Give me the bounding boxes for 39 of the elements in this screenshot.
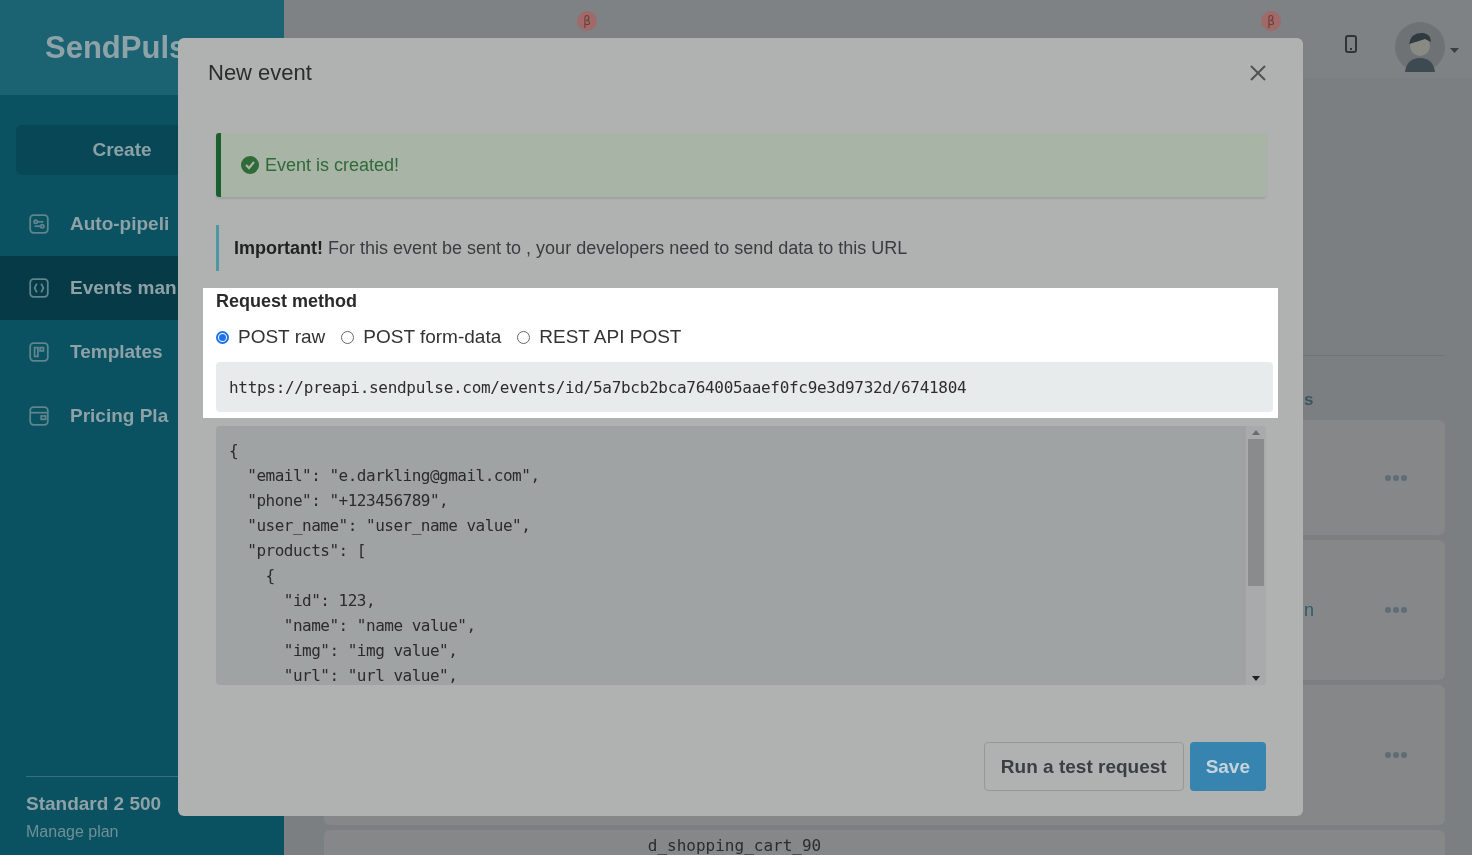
phone-icon[interactable] — [1344, 35, 1358, 53]
radio-button[interactable] — [216, 330, 229, 344]
avatar-icon[interactable] — [1395, 22, 1445, 72]
sidebar-item-label: Auto-pipeli — [70, 213, 170, 235]
code-editor[interactable]: { "email": "e.darkling@gmail.com", "phone": "+123456789", "user_name": "user_name value", "products": [ { "id": 123, "name": "name value", "img": "img value", "url": "url value", — [216, 426, 1266, 685]
section-heading: s — [1304, 390, 1315, 410]
code-line: "email": "e.darkling@gmail.com", — [246, 465, 541, 487]
test-request-button[interactable]: Run a test request — [983, 742, 1184, 791]
success-message: Event is created! — [265, 154, 400, 176]
code-line: "id": 123, — [282, 590, 377, 612]
layout-icon — [28, 341, 50, 363]
event-code: d_shopping_cart_90 — [647, 836, 822, 855]
braces-icon — [28, 277, 50, 299]
sidebar-item-label: Events man — [70, 277, 177, 299]
code-line: "phone": "+123456789", — [246, 490, 450, 512]
pipeline-icon — [28, 213, 50, 235]
code-line: "user_name": "user_name value", — [246, 515, 532, 537]
caret-icon[interactable] — [1450, 48, 1459, 53]
scroll-down-icon[interactable] — [1252, 676, 1260, 681]
code-line: { — [229, 440, 240, 462]
radio-label: POST raw — [238, 326, 326, 348]
code-line: "name": "name value", — [282, 615, 477, 637]
code-line: { — [264, 565, 276, 587]
wallet-icon — [28, 405, 50, 427]
check-circle-icon — [241, 156, 259, 174]
dialog-title: New event — [208, 60, 312, 86]
info-message: Important! For this event be sent to , your developers need to send data to this URL — [234, 237, 908, 259]
manage-plan-link[interactable]: Manage plan — [26, 823, 254, 841]
plan-name: Standard 2 500 — [26, 793, 163, 815]
url-field[interactable]: https://preapi.sendpulse.com/events/id/5a7bcb2bca764005aaef0fc9e3d9732d/6741804 — [216, 362, 1273, 412]
code-line: "img": "img value", — [282, 640, 459, 662]
sidebar-item-label: Templates — [70, 341, 163, 363]
code-line: "url": "url value", — [282, 665, 459, 685]
sidebar-item-label: Pricing Pla — [70, 405, 169, 427]
scroll-up-icon[interactable] — [1252, 430, 1260, 435]
scrollbar[interactable] — [1246, 426, 1266, 685]
code-line: "products": [ — [246, 540, 367, 562]
save-button[interactable]: Save — [1189, 742, 1266, 791]
radio-option[interactable]: POST raw — [216, 326, 326, 348]
